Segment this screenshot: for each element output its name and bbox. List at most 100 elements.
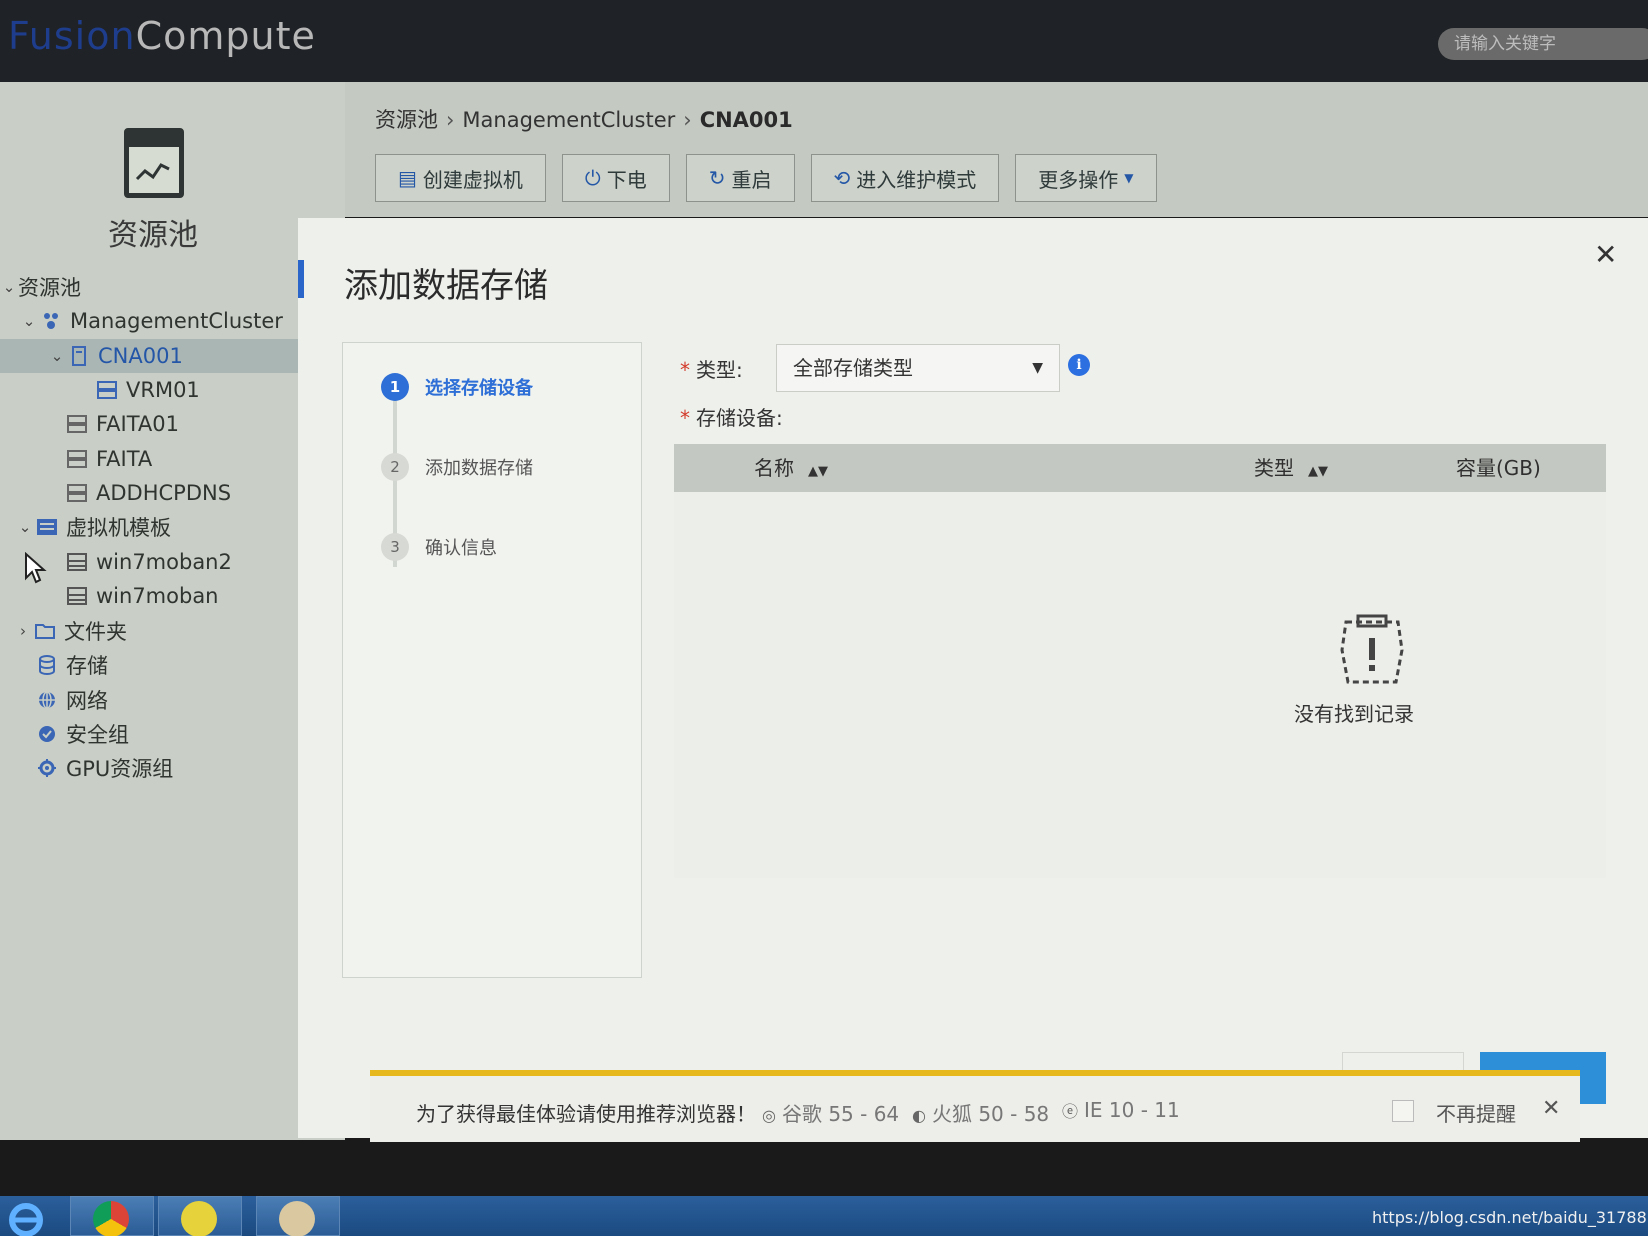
- step-label: 添加数据存储: [425, 458, 533, 479]
- step-label: 选择存储设备: [425, 378, 533, 399]
- power-off-icon: ⏻: [584, 166, 601, 190]
- tree-item-label: 网络: [66, 689, 108, 713]
- template-icon: [64, 585, 90, 607]
- browser-version: 火狐 50 - 58: [931, 1102, 1050, 1126]
- add-datastore-dialog: 添加数据存储 ✕ 1 选择存储设备 2 添加数据存储 3 确认信息 * 类型: 全…: [298, 218, 1648, 1138]
- sidebar-title: 资源池: [108, 218, 198, 253]
- column-label: 容量(GB): [1456, 456, 1541, 480]
- brand-logo: FusionCompute: [8, 14, 316, 58]
- tree-item-storage[interactable]: 存储: [34, 648, 108, 682]
- tree-item-faita01[interactable]: FAITA01: [64, 407, 179, 441]
- step-number: 1: [381, 373, 409, 401]
- tree-item-addhcpdns[interactable]: ADDHCPDNS: [64, 476, 231, 510]
- vm-icon: [64, 482, 90, 504]
- sort-icon[interactable]: ▲▼: [808, 464, 828, 479]
- tree-item-gpu-group[interactable]: GPU资源组: [34, 751, 173, 785]
- dont-remind-checkbox[interactable]: [1392, 1100, 1414, 1122]
- step-number: 3: [381, 533, 409, 561]
- column-label: 名称: [754, 456, 794, 480]
- tree-item-faita[interactable]: FAITA: [64, 442, 152, 476]
- paint-logo: [279, 1201, 315, 1236]
- tree-item-label: win7moban2: [96, 550, 232, 574]
- chevron-right-icon[interactable]: ›: [14, 622, 32, 640]
- column-name-header[interactable]: 名称 ▲▼: [754, 444, 828, 492]
- gpu-icon: [34, 757, 60, 779]
- chevron-down-icon[interactable]: ⌄: [20, 312, 38, 330]
- browser-version: 谷歌 55 - 64: [781, 1102, 900, 1126]
- template-icon: [64, 551, 90, 573]
- tree-item-win7moban[interactable]: win7moban: [64, 579, 219, 613]
- main-header: 资源池 › ManagementCluster › CNA001 ▤ 创建虚拟机 ⏻ 下电 …: [345, 82, 1648, 217]
- sort-icon[interactable]: ▲▼: [1308, 464, 1328, 479]
- tree-item-management-cluster[interactable]: ⌄ ManagementCluster: [20, 304, 283, 338]
- step-label: 确认信息: [425, 538, 497, 559]
- button-label: 进入维护模式: [856, 167, 977, 192]
- type-label-text: 类型:: [696, 358, 743, 382]
- tree-item-vrm01[interactable]: VRM01: [94, 373, 200, 407]
- tree-item-label: CNA001: [98, 344, 183, 368]
- vm-icon: [94, 379, 120, 401]
- chevron-down-icon[interactable]: ⌄: [0, 278, 18, 296]
- close-icon[interactable]: ✕: [1594, 238, 1617, 271]
- security-group-icon: [34, 723, 60, 745]
- tree-item-label: 资源池: [18, 276, 81, 300]
- chrome-taskbar-icon[interactable]: [70, 1196, 154, 1236]
- breadcrumb: 资源池 › ManagementCluster › CNA001: [375, 104, 793, 134]
- storage-type-select[interactable]: 全部存储类型 ▼: [776, 344, 1060, 392]
- sidebar: 资源池 ⌄ 资源池 ⌄ ManagementCluster ⌄ CNA001 V…: [0, 82, 345, 1140]
- step-number: 2: [381, 453, 409, 481]
- restart-button[interactable]: ↻ 重启: [685, 154, 795, 202]
- chevron-down-icon[interactable]: ⌄: [48, 347, 66, 365]
- breadcrumb-item[interactable]: ManagementCluster: [462, 108, 675, 132]
- tree-item-network[interactable]: 网络: [34, 683, 108, 717]
- create-vm-button[interactable]: ▤ 创建虚拟机: [375, 154, 546, 202]
- no-records-icon: [1340, 614, 1404, 684]
- device-label: * 存储设备:: [680, 402, 783, 431]
- required-mark: *: [680, 406, 690, 430]
- template-folder-icon: [34, 516, 60, 538]
- messenger-taskbar-icon[interactable]: [158, 1196, 242, 1236]
- tree-item-vm-templates[interactable]: ⌄ 虚拟机模板: [16, 510, 171, 544]
- folder-icon: [32, 620, 58, 642]
- wizard-steps: 1 选择存储设备 2 添加数据存储 3 确认信息: [342, 342, 642, 978]
- breadcrumb-item[interactable]: 资源池: [375, 108, 438, 132]
- mouse-pointer-icon: [25, 552, 47, 584]
- tree-item-cna001[interactable]: ⌄ CNA001: [0, 339, 300, 373]
- maintenance-icon: ⟲: [833, 166, 851, 190]
- resource-pool-icon: [124, 128, 184, 198]
- info-icon[interactable]: i: [1068, 354, 1090, 376]
- table-body: 没有找到记录: [674, 492, 1606, 878]
- device-label-text: 存储设备:: [696, 406, 783, 430]
- network-icon: [34, 689, 60, 711]
- tree-item-resource-pool[interactable]: ⌄ 资源池: [0, 270, 81, 304]
- toolbar: ▤ 创建虚拟机 ⏻ 下电 ↻ 重启 ⟲ 进入维护模式 更多操作 ▼: [375, 154, 1157, 202]
- column-capacity-header: 容量(GB): [1456, 444, 1541, 492]
- chevron-down-icon[interactable]: ⌄: [16, 518, 34, 536]
- restart-icon: ↻: [708, 166, 726, 190]
- vm-icon: [64, 448, 90, 470]
- tree-item-label: FAITA01: [96, 412, 179, 436]
- browser-version: IE 10 - 11: [1084, 1098, 1180, 1122]
- chevron-down-icon: ▼: [1124, 171, 1134, 185]
- search-input[interactable]: 请输入关键字: [1438, 28, 1648, 60]
- tree-item-security-group[interactable]: 安全组: [34, 717, 129, 751]
- tree-item-label: 存储: [66, 654, 108, 678]
- dont-remind-label[interactable]: 不再提醒: [1436, 1098, 1516, 1127]
- column-type-header[interactable]: 类型 ▲▼: [1254, 444, 1328, 492]
- breadcrumb-separator: ›: [446, 108, 455, 132]
- close-icon[interactable]: ✕: [1542, 1096, 1560, 1121]
- more-actions-button[interactable]: 更多操作 ▼: [1015, 154, 1157, 202]
- breadcrumb-separator: ›: [683, 108, 692, 132]
- ie-taskbar-icon[interactable]: [4, 1196, 54, 1236]
- power-off-button[interactable]: ⏻ 下电: [561, 154, 670, 202]
- tree-item-label: VRM01: [126, 378, 200, 402]
- breadcrumb-current: CNA001: [699, 108, 793, 132]
- paint-taskbar-icon[interactable]: [256, 1196, 340, 1236]
- browser-notice-bar: 为了获得最佳体验请使用推荐浏览器！ ◎ 谷歌 55 - 64 ◐ 火狐 50 - 5…: [370, 1070, 1580, 1142]
- step-confirm: 3 确认信息: [381, 533, 497, 561]
- required-mark: *: [680, 358, 690, 382]
- tree-item-folder[interactable]: › 文件夹: [14, 614, 127, 648]
- tree-item-label: win7moban: [96, 584, 219, 608]
- maintenance-mode-button[interactable]: ⟲ 进入维护模式: [810, 154, 1000, 202]
- tree-item-win7moban2[interactable]: win7moban2: [64, 545, 232, 579]
